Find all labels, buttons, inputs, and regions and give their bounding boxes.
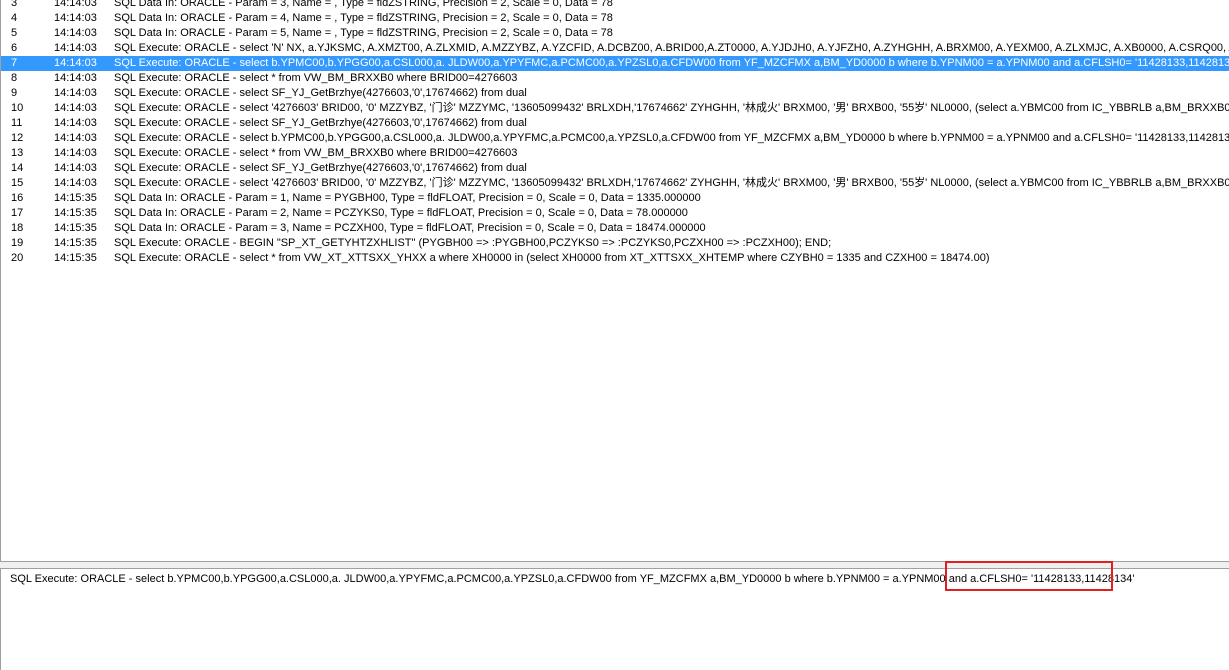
annotation-highlight-box xyxy=(945,561,1113,591)
log-row-time: 14:14:03 xyxy=(54,162,97,174)
log-row-time: 14:14:03 xyxy=(54,57,97,69)
log-row-number: 16 xyxy=(11,192,24,204)
log-row-message: SQL Execute: ORACLE - select b.YPMC00,b.… xyxy=(114,132,1229,144)
log-row-message: SQL Execute: ORACLE - select * from VW_B… xyxy=(114,147,518,159)
log-row[interactable]: 13 14:14:03 SQL Execute: ORACLE - select *… xyxy=(1,146,1229,161)
log-row-time: 14:14:03 xyxy=(54,147,97,159)
log-row-time: 14:15:35 xyxy=(54,237,97,249)
log-row-message: SQL Data In: ORACLE - Param = 4, Name = … xyxy=(114,12,613,24)
log-row-number: 13 xyxy=(11,147,24,159)
log-row-time: 14:15:35 xyxy=(54,252,97,264)
log-row[interactable]: 17 14:15:35 SQL Data In: ORACLE - Param = … xyxy=(1,206,1229,221)
log-row-number: 17 xyxy=(11,207,24,219)
log-row[interactable]: 14 14:14:03 SQL Execute: ORACLE - select S… xyxy=(1,161,1229,176)
log-row-number: 12 xyxy=(11,132,24,144)
log-row-message: SQL Execute: ORACLE - select SF_YJ_GetBr… xyxy=(114,162,527,174)
log-row-message: SQL Execute: ORACLE - select 'N' NX, a.Y… xyxy=(114,42,1229,54)
log-row-time: 14:14:03 xyxy=(54,27,97,39)
log-row-time: 14:14:03 xyxy=(54,117,97,129)
log-row-message: SQL Execute: ORACLE - select * from VW_B… xyxy=(114,72,518,84)
log-row[interactable]: 6 14:14:03 SQL Execute: ORACLE - select 'N… xyxy=(1,41,1229,56)
log-row-message: SQL Data In: ORACLE - Param = 3, Name = … xyxy=(114,222,706,234)
log-row-message: SQL Execute: ORACLE - select * from VW_X… xyxy=(114,252,990,264)
log-row-number: 18 xyxy=(11,222,24,234)
log-row-number: 3 xyxy=(11,0,18,9)
log-row-time: 14:14:03 xyxy=(54,87,97,99)
log-row-message: SQL Execute: ORACLE - select '4276603' B… xyxy=(114,102,1229,114)
log-row[interactable]: 4 14:14:03 SQL Data In: ORACLE - Param = 4… xyxy=(1,11,1229,26)
log-row[interactable]: 5 14:14:03 SQL Data In: ORACLE - Param = 5… xyxy=(1,26,1229,41)
log-row[interactable]: 18 14:15:35 SQL Data In: ORACLE - Param = … xyxy=(1,221,1229,236)
log-row-number: 6 xyxy=(11,42,18,54)
log-row-time: 14:14:03 xyxy=(54,132,97,144)
log-row[interactable]: 15 14:14:03 SQL Execute: ORACLE - select '… xyxy=(1,176,1229,191)
log-row-message: SQL Data In: ORACLE - Param = 2, Name = … xyxy=(114,207,688,219)
log-row-message: SQL Execute: ORACLE - select SF_YJ_GetBr… xyxy=(114,87,527,99)
log-row-message: SQL Execute: ORACLE - select SF_YJ_GetBr… xyxy=(114,117,527,129)
log-row-time: 14:15:35 xyxy=(54,192,97,204)
log-row[interactable]: 8 14:14:03 SQL Execute: ORACLE - select * … xyxy=(1,71,1229,86)
log-row[interactable]: 20 14:15:35 SQL Execute: ORACLE - select *… xyxy=(1,251,1229,266)
log-row-message: SQL Execute: ORACLE - BEGIN "SP_XT_GETYH… xyxy=(114,237,832,249)
log-row[interactable]: 19 14:15:35 SQL Execute: ORACLE - BEGIN "S… xyxy=(1,236,1229,251)
log-row-message: SQL Execute: ORACLE - select '4276603' B… xyxy=(114,177,1229,189)
log-row-time: 14:15:35 xyxy=(54,222,97,234)
log-row-message: SQL Data In: ORACLE - Param = 3, Name = … xyxy=(114,0,613,9)
log-row-time: 14:14:03 xyxy=(54,102,97,114)
log-row-time: 14:15:35 xyxy=(54,207,97,219)
log-row-time: 14:14:03 xyxy=(54,12,97,24)
log-row-number: 14 xyxy=(11,162,24,174)
log-row[interactable]: 16 14:15:35 SQL Data In: ORACLE - Param = … xyxy=(1,191,1229,206)
log-row[interactable]: 12 14:14:03 SQL Execute: ORACLE - select b… xyxy=(1,131,1229,146)
log-row-number: 10 xyxy=(11,102,24,114)
log-row-number: 9 xyxy=(11,87,18,99)
log-row-number: 15 xyxy=(11,177,24,189)
log-row-number: 20 xyxy=(11,252,24,264)
log-row-time: 14:14:03 xyxy=(54,0,97,9)
log-row[interactable]: 9 14:14:03 SQL Execute: ORACLE - select SF… xyxy=(1,86,1229,101)
log-row-time: 14:14:03 xyxy=(54,72,97,84)
log-row[interactable]: 3 14:14:03 SQL Data In: ORACLE - Param = 3… xyxy=(1,0,1229,11)
log-row-number: 19 xyxy=(11,237,24,249)
log-row-selected[interactable]: 7 14:14:03 SQL Execute: ORACLE - select b.… xyxy=(1,56,1229,71)
log-row[interactable]: 10 14:14:03 SQL Execute: ORACLE - select '… xyxy=(1,101,1229,116)
log-row-time: 14:14:03 xyxy=(54,177,97,189)
log-row-number: 4 xyxy=(11,12,18,24)
log-row-message: SQL Data In: ORACLE - Param = 5, Name = … xyxy=(114,27,613,39)
log-row-number: 8 xyxy=(11,72,18,84)
log-row-number: 7 xyxy=(11,57,18,69)
log-row-message: SQL Execute: ORACLE - select b.YPMC00,b.… xyxy=(114,57,1229,69)
sql-log-list[interactable]: 3 14:14:03 SQL Data In: ORACLE - Param = 3… xyxy=(0,0,1229,561)
log-row-number: 11 xyxy=(11,117,23,129)
log-row-message: SQL Data In: ORACLE - Param = 1, Name = … xyxy=(114,192,701,204)
log-row[interactable]: 11 14:14:03 SQL Execute: ORACLE - select S… xyxy=(1,116,1229,131)
log-row-time: 14:14:03 xyxy=(54,42,97,54)
log-row-number: 5 xyxy=(11,27,18,39)
